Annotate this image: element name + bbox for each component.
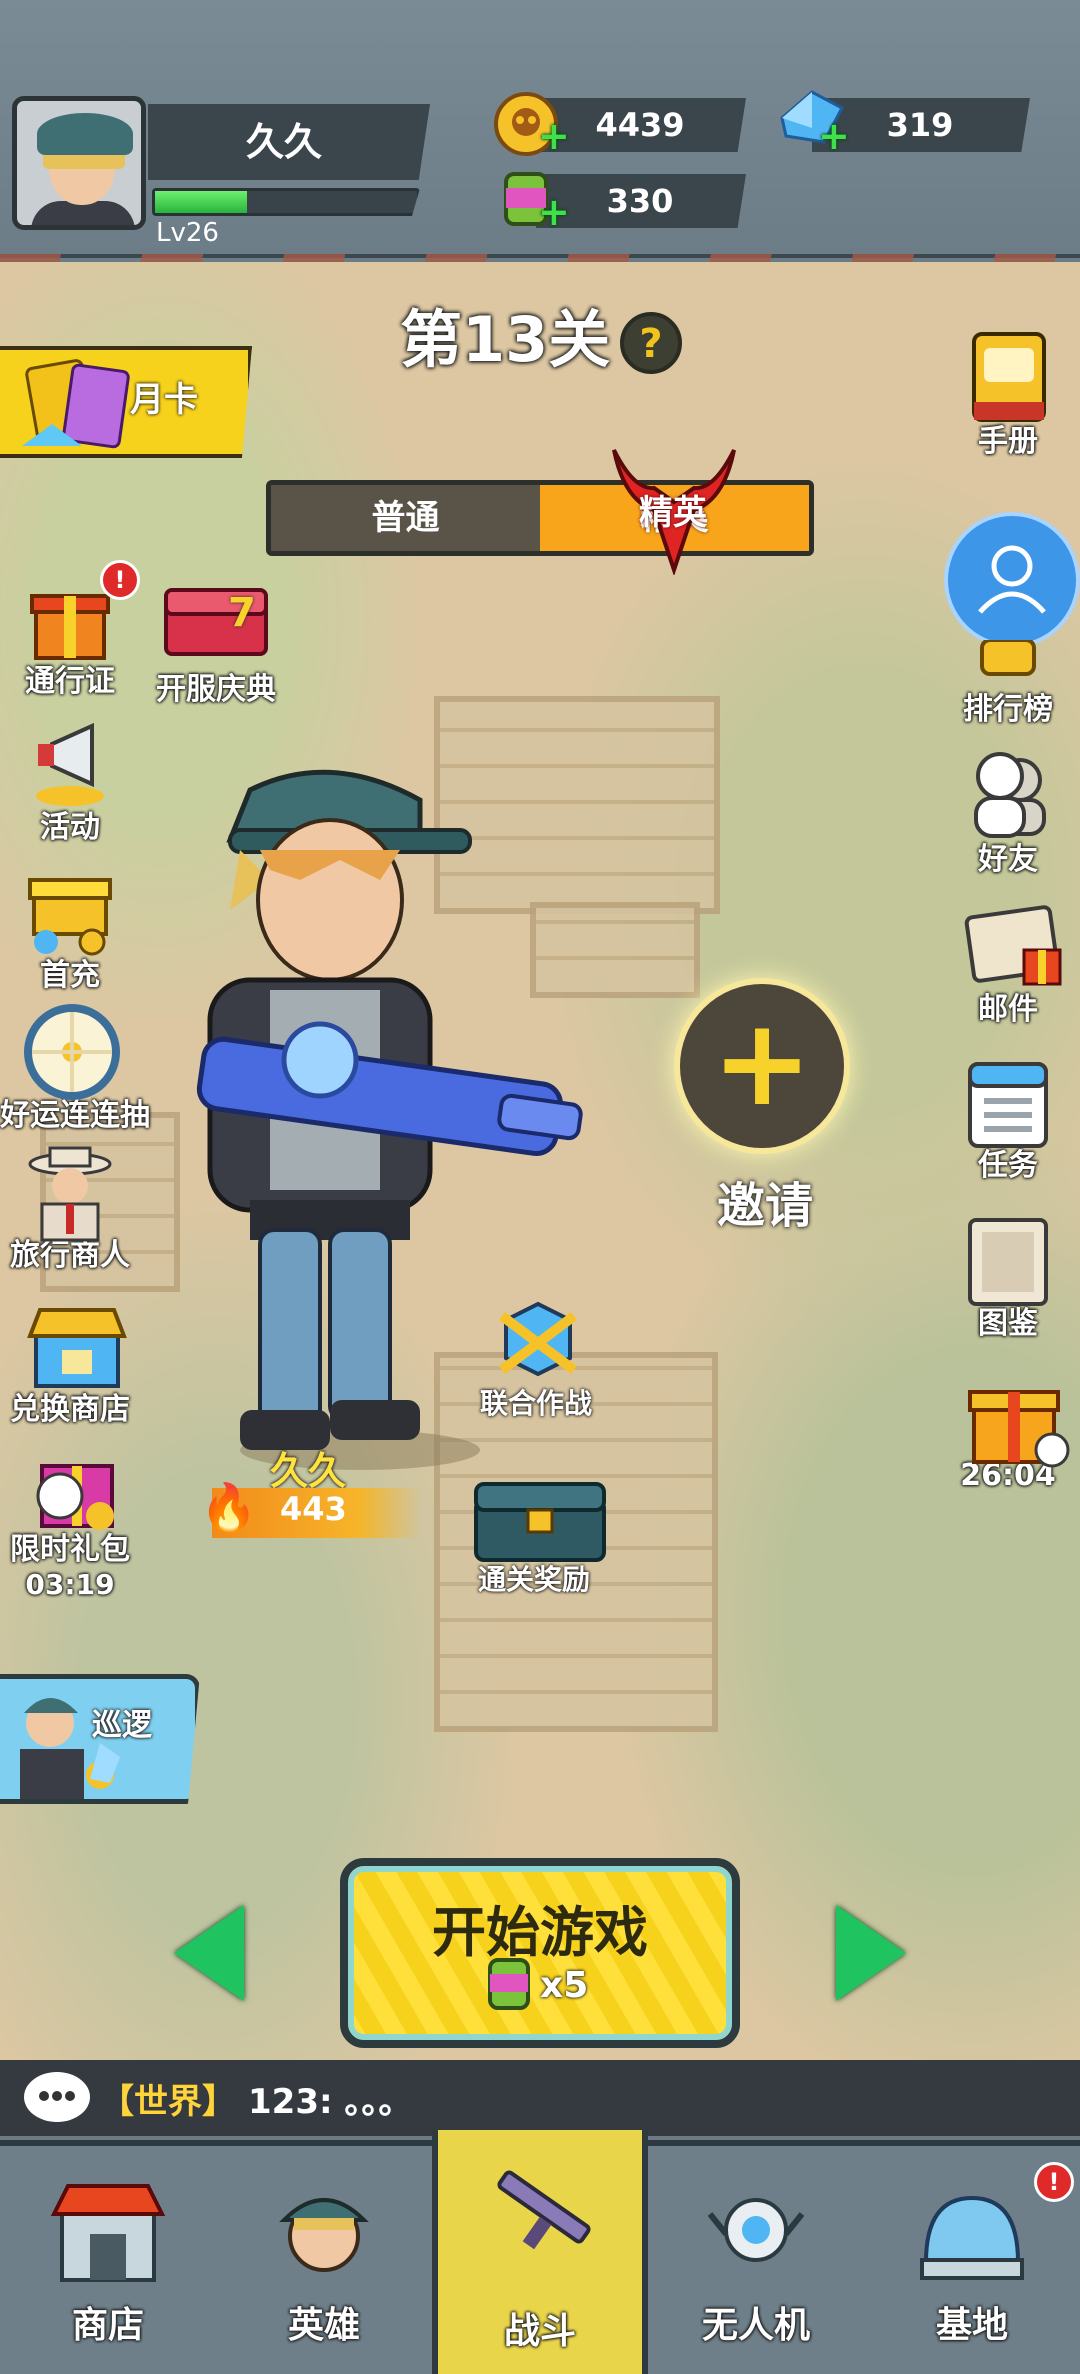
- nav-hero[interactable]: 英雄: [216, 2146, 432, 2374]
- coop-battle-label: 联合作战: [480, 1387, 593, 1420]
- stage-title: 第13关: [400, 303, 611, 376]
- chat-channel: 【世界】: [100, 2082, 236, 2122]
- limited-gift-icon: [22, 1436, 118, 1532]
- codex-button[interactable]: 图鉴: [938, 1210, 1078, 1342]
- hero-power: 443: [280, 1490, 347, 1528]
- drone-icon: [707, 2198, 805, 2262]
- xp-bar: [152, 188, 420, 216]
- hero-name: 久久: [270, 1449, 347, 1493]
- calendar-icon: [960, 1052, 1056, 1148]
- nav-base[interactable]: ! 基地: [864, 2146, 1080, 2374]
- megaphone-icon: [22, 714, 118, 810]
- stage-help-button[interactable]: ?: [620, 312, 682, 374]
- nav-shop-label: 商店: [71, 2305, 144, 2346]
- card-icon: [22, 359, 130, 449]
- tasks-button[interactable]: 任务: [938, 1052, 1078, 1184]
- avatar-cap: [37, 113, 133, 155]
- player-name: 久久: [245, 120, 322, 164]
- limited-pack-button[interactable]: 限时礼包 03:19: [0, 1436, 140, 1601]
- gems-value: 319: [886, 106, 954, 144]
- mail-button[interactable]: 邮件: [938, 896, 1078, 1028]
- world-chat-bar[interactable]: 【世界】 123: 。。。: [0, 2060, 1080, 2136]
- next-stage-arrow[interactable]: [836, 1905, 906, 2001]
- start-game-label: 开始游戏: [432, 1901, 648, 1964]
- shop-icon: [50, 2184, 166, 2282]
- nav-hero-label: 英雄: [287, 2305, 360, 2346]
- nav-drone-label: 无人机: [701, 2305, 810, 2346]
- nav-battle[interactable]: 战斗: [432, 2130, 648, 2374]
- leaderboard-label: 排行榜: [963, 692, 1053, 727]
- pass-alert-badge: !: [100, 560, 140, 600]
- timed-gift-icon: [960, 1370, 1070, 1468]
- prev-stage-arrow[interactable]: [174, 1905, 244, 2001]
- chat-bubble-icon: [24, 2072, 90, 2122]
- timed-gift-button[interactable]: 26:04: [938, 1370, 1078, 1493]
- month-card-button[interactable]: [0, 346, 252, 458]
- first-recharge-button[interactable]: 首充: [0, 862, 140, 994]
- lucky-draw-button[interactable]: 好运连连抽: [0, 1002, 150, 1134]
- event-button[interactable]: 活动: [0, 714, 140, 846]
- nav-battle-label: 战斗: [503, 2311, 576, 2352]
- coop-battle-icon[interactable]: [486, 1300, 590, 1386]
- leaderboard-button[interactable]: 排行榜: [938, 638, 1078, 728]
- flame-icon: 🔥: [200, 1480, 258, 1534]
- gold-value: 4439: [595, 106, 685, 144]
- player-avatar[interactable]: [12, 96, 146, 230]
- dome-base-icon: [920, 2195, 1024, 2280]
- month-card-label: 月卡: [130, 380, 198, 420]
- codex-book-icon: [960, 1210, 1056, 1306]
- clear-reward-label: 通关奖励: [478, 1563, 591, 1596]
- tab-normal[interactable]: 普通: [271, 485, 540, 551]
- avatar-body: [31, 201, 135, 225]
- gift-box-icon: !: [22, 560, 140, 664]
- player-level: Lv26: [156, 218, 219, 248]
- trophy-icon: [960, 638, 1056, 680]
- friends-button[interactable]: 好友: [938, 746, 1078, 878]
- floating-assist-button[interactable]: [944, 512, 1080, 648]
- reward-chest-icon[interactable]: [470, 1474, 610, 1566]
- mail-icon: [960, 896, 1062, 992]
- treasure-chest-icon: 7: [156, 576, 276, 672]
- exchange-shop-button[interactable]: 兑换商店: [0, 1296, 140, 1428]
- prize-wheel-icon: [22, 1002, 120, 1100]
- friends-icon: [960, 746, 1056, 842]
- celebration-day: 7: [228, 590, 256, 636]
- start-cost: x5: [540, 1965, 589, 2006]
- energy-value: 330: [606, 182, 674, 220]
- rifle-icon: [497, 2170, 591, 2250]
- pass-button[interactable]: ! 通行证: [0, 560, 140, 700]
- nav-drone[interactable]: 无人机: [648, 2146, 864, 2374]
- patrol-label: 巡逻: [92, 1708, 152, 1743]
- merchant-button[interactable]: 旅行商人: [0, 1142, 140, 1274]
- tab-elite-overlay-label: 精英: [639, 493, 707, 533]
- hero-portrait-icon: [279, 2198, 369, 2272]
- invite-label: 邀请: [716, 1178, 813, 1234]
- bottom-nav: 商店 英雄 战斗 无人机 ! 基地: [0, 2130, 1080, 2374]
- handbook-button[interactable]: 手册: [938, 328, 1078, 460]
- user-icon: [978, 545, 1046, 614]
- xp-fill: [155, 191, 247, 213]
- nav-shop[interactable]: 商店: [0, 2146, 216, 2374]
- celebration-button[interactable]: 7 开服庆典: [146, 576, 286, 708]
- energy-can-icon: [488, 1958, 530, 2010]
- limited-pack-timer: 03:19: [25, 1568, 115, 1601]
- handbook-icon: [960, 328, 1056, 424]
- shop-stall-icon: [22, 1296, 127, 1392]
- invite-button[interactable]: +: [674, 978, 850, 1154]
- gold-chest-icon: [22, 862, 118, 958]
- top-bar: 久久 Lv26 + 4439 + 319 + 330: [0, 0, 1080, 268]
- base-alert-badge: !: [1034, 2162, 1074, 2202]
- chat-message: 123: 。。。: [248, 2082, 413, 2122]
- merchant-icon: [22, 1142, 118, 1242]
- nav-base-label: 基地: [935, 2305, 1008, 2346]
